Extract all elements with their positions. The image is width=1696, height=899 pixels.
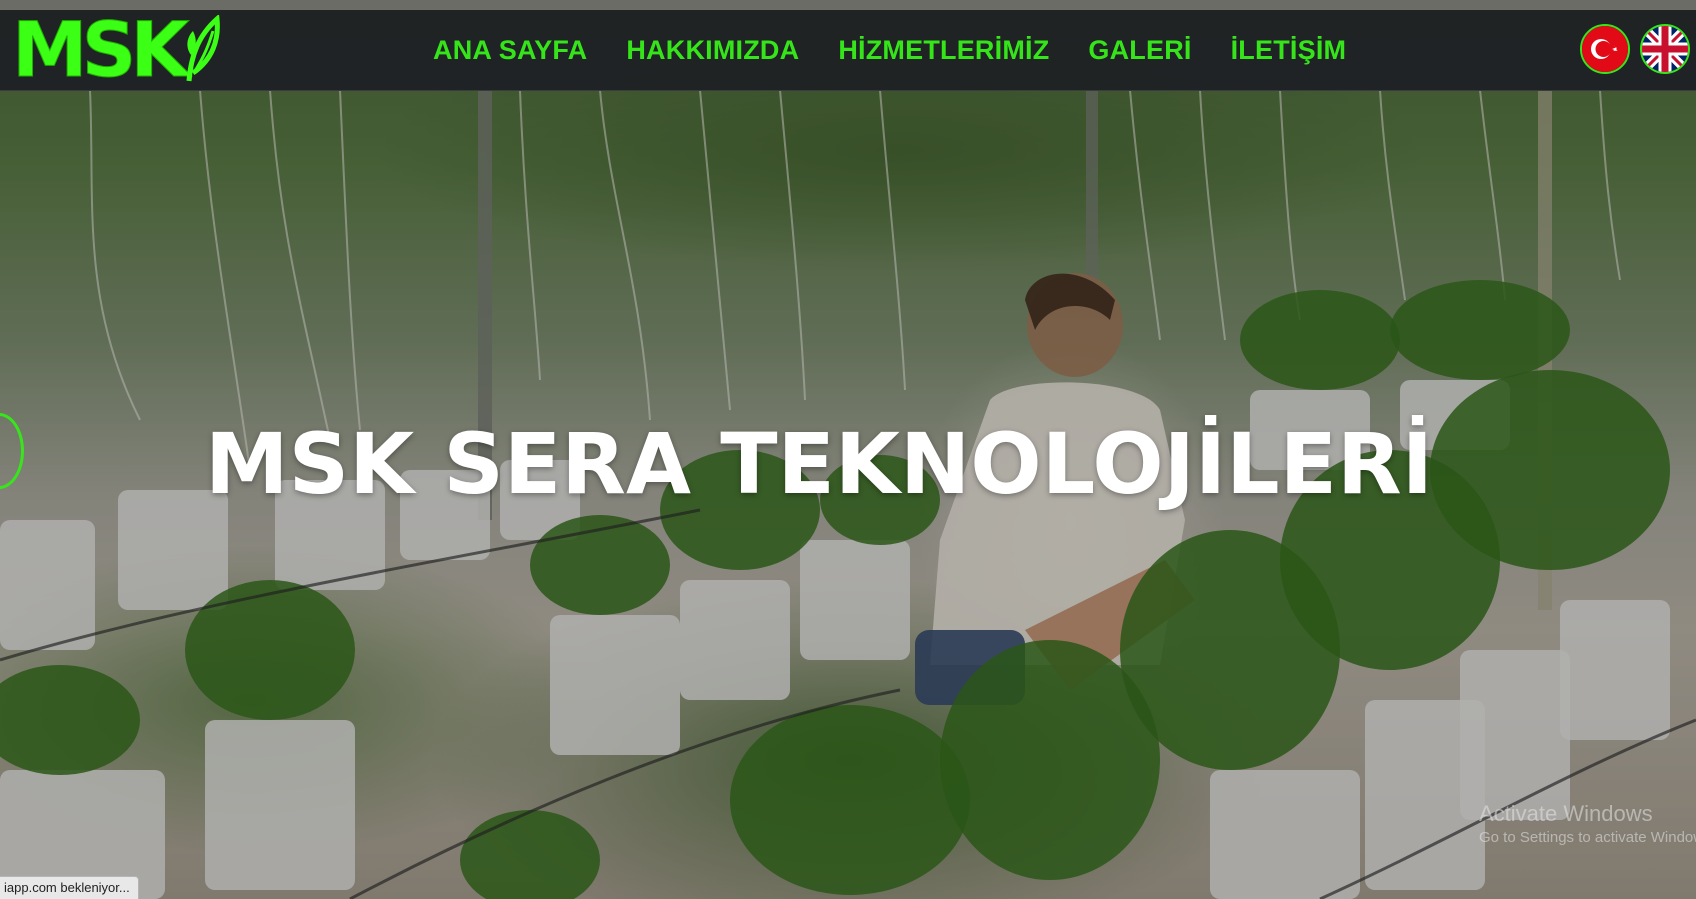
- uk-flag-icon[interactable]: [1640, 24, 1690, 74]
- watermark-subtitle: Go to Settings to activate Windows.: [1479, 829, 1696, 846]
- watermark-title: Activate Windows: [1479, 801, 1653, 826]
- page: MSK ANA SAYFA HAKKIMIZDA HİZMETLERİMİZ G…: [0, 0, 1696, 899]
- nav-services[interactable]: HİZMETLERİMİZ: [838, 35, 1049, 66]
- browser-top-strip: [0, 0, 1696, 10]
- main-nav: ANA SAYFA HAKKIMIZDA HİZMETLERİMİZ GALER…: [433, 10, 1385, 90]
- windows-activation-watermark: Activate Windows Go to Settings to activ…: [1479, 800, 1696, 848]
- turkey-flag-icon[interactable]: [1580, 24, 1630, 74]
- logo[interactable]: MSK: [11, 5, 221, 94]
- hero-title-text: MSK SERA TEKNOLOJİLERİ: [204, 415, 1433, 513]
- nav-contact[interactable]: İLETİŞİM: [1231, 35, 1347, 66]
- logo-text: MSK: [11, 5, 189, 94]
- navbar: MSK ANA SAYFA HAKKIMIZDA HİZMETLERİMİZ G…: [0, 10, 1696, 91]
- hero-title: MSK SERA TEKNOLOJİLERİ: [0, 415, 1696, 513]
- browser-status-bar: iapp.com bekleniyor...: [0, 876, 139, 899]
- nav-gallery[interactable]: GALERİ: [1088, 35, 1191, 66]
- language-switcher: [1580, 24, 1690, 74]
- leaf-icon: [186, 15, 221, 82]
- nav-home[interactable]: ANA SAYFA: [433, 35, 587, 66]
- nav-about[interactable]: HAKKIMIZDA: [626, 35, 799, 66]
